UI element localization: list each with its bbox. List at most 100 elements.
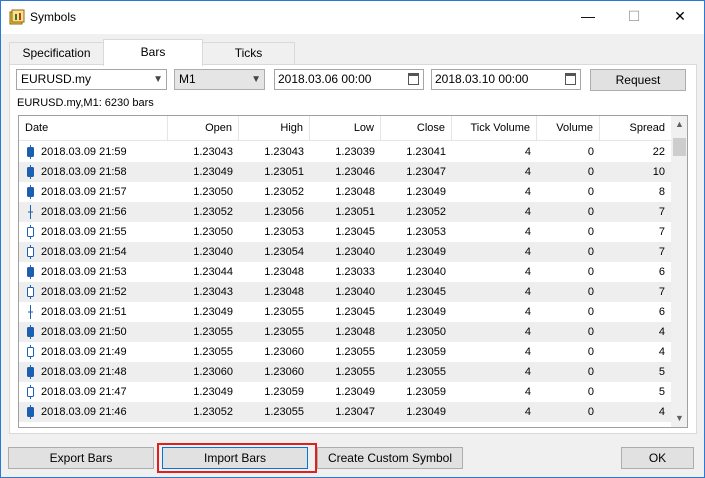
- column-header-volume[interactable]: Volume: [537, 116, 600, 141]
- tab-specification[interactable]: Specification: [9, 42, 104, 64]
- cell-date: 2018.03.09 21:57: [41, 186, 127, 198]
- table-row[interactable]: 2018.03.09 21:49 1.23055 1.23060 1.23055 1.2…: [19, 342, 671, 362]
- calendar-icon[interactable]: [565, 73, 576, 85]
- filled-candle-icon: [27, 145, 34, 159]
- cell-open: 1.23052: [193, 406, 233, 418]
- cell-date: 2018.03.09 21:56: [41, 206, 127, 218]
- table-row[interactable]: 2018.03.09 21:52 1.23043 1.23048 1.23040 1.2…: [19, 282, 671, 302]
- cell-open: 1.23049: [193, 386, 233, 398]
- cell-tickvol: 4: [524, 366, 531, 378]
- cell-spread: 7: [658, 286, 665, 298]
- cell-high: 1.23060: [264, 366, 304, 378]
- cell-open: 1.23049: [193, 166, 233, 178]
- column-header-tick-volume[interactable]: Tick Volume: [452, 116, 537, 141]
- cell-tickvol: 4: [524, 406, 531, 418]
- doji-candle-icon: [28, 305, 33, 319]
- cell-low: 1.23040: [335, 286, 375, 298]
- cell-high: 1.23051: [264, 166, 304, 178]
- calendar-icon[interactable]: [408, 73, 419, 85]
- cell-open: 1.23060: [193, 366, 233, 378]
- cell-date: 2018.03.09 21:58: [41, 166, 127, 178]
- cell-high: 1.23052: [264, 186, 304, 198]
- cell-vol: 0: [587, 186, 594, 198]
- column-header-close[interactable]: Close: [381, 116, 452, 141]
- cell-open: 1.23052: [193, 206, 233, 218]
- symbol-select[interactable]: EURUSD.my ▼: [16, 69, 167, 90]
- cell-close: 1.23049: [406, 186, 446, 198]
- column-header-low[interactable]: Low: [310, 116, 381, 141]
- timeframe-select-value: M1: [179, 72, 196, 86]
- request-button[interactable]: Request: [590, 69, 686, 91]
- table-row[interactable]: 2018.03.09 21:55 1.23050 1.23053 1.23045 1.2…: [19, 222, 671, 242]
- hollow-candle-icon: [27, 245, 34, 259]
- cell-tickvol: 4: [524, 226, 531, 238]
- cell-close: 1.23052: [406, 206, 446, 218]
- table-row[interactable]: 2018.03.09 21:47 1.23049 1.23059 1.23049 1.2…: [19, 382, 671, 402]
- table-row[interactable]: 2018.03.09 21:57 1.23050 1.23052 1.23048 1.2…: [19, 182, 671, 202]
- table-row[interactable]: 2018.03.09 21:58 1.23049 1.23051 1.23046 1.2…: [19, 162, 671, 182]
- ok-button[interactable]: OK: [621, 447, 694, 469]
- minimize-button[interactable]: —: [565, 0, 611, 32]
- vertical-scrollbar[interactable]: ▲ ▼: [671, 116, 687, 427]
- scroll-up-icon[interactable]: ▲: [671, 116, 687, 133]
- bars-table[interactable]: Date Open High Low Close Tick Volume Vol…: [18, 115, 688, 428]
- cell-tickvol: 4: [524, 186, 531, 198]
- cell-close: 1.23049: [406, 406, 446, 418]
- close-button[interactable]: ✕: [657, 0, 703, 32]
- cell-date: 2018.03.09 21:49: [41, 346, 127, 358]
- cell-open: 1.23050: [193, 186, 233, 198]
- create-custom-symbol-button[interactable]: Create Custom Symbol: [317, 447, 463, 469]
- table-row[interactable]: 2018.03.09 21:59 1.23043 1.23043 1.23039 1.2…: [19, 142, 671, 162]
- table-row[interactable]: 2018.03.09 21:50 1.23055 1.23055 1.23048 1.2…: [19, 322, 671, 342]
- hollow-candle-icon: [27, 345, 34, 359]
- cell-vol: 0: [587, 366, 594, 378]
- table-row[interactable]: 2018.03.09 21:51 1.23049 1.23055 1.23045 1.2…: [19, 302, 671, 322]
- from-date-value: 2018.03.06 00:00: [278, 72, 372, 86]
- column-header-date[interactable]: Date: [19, 116, 168, 141]
- cell-low: 1.23055: [335, 366, 375, 378]
- cell-spread: 4: [658, 406, 665, 418]
- timeframe-select[interactable]: M1 ▼: [174, 69, 265, 90]
- table-row[interactable]: 2018.03.09 21:54 1.23040 1.23054 1.23040 1.2…: [19, 242, 671, 262]
- to-date-value: 2018.03.10 00:00: [435, 72, 529, 86]
- table-row[interactable]: 2018.03.09 21:48 1.23060 1.23060 1.23055 1.2…: [19, 362, 671, 382]
- cell-vol: 0: [587, 306, 594, 318]
- export-bars-button[interactable]: Export Bars: [8, 447, 154, 469]
- table-header: Date Open High Low Close Tick Volume Vol…: [19, 116, 671, 141]
- filled-candle-icon: [27, 405, 34, 419]
- cell-high: 1.23056: [264, 206, 304, 218]
- to-date-field[interactable]: 2018.03.10 00:00: [431, 69, 581, 90]
- cell-close: 1.23059: [406, 346, 446, 358]
- table-row[interactable]: 2018.03.09 21:56 1.23052 1.23056 1.23051 1.2…: [19, 202, 671, 222]
- cell-vol: 0: [587, 206, 594, 218]
- cell-open: 1.23044: [193, 266, 233, 278]
- from-date-field[interactable]: 2018.03.06 00:00: [274, 69, 424, 90]
- column-header-spread[interactable]: Spread: [600, 116, 671, 141]
- tab-ticks[interactable]: Ticks: [202, 42, 295, 64]
- column-header-high[interactable]: High: [239, 116, 310, 141]
- cell-tickvol: 4: [524, 206, 531, 218]
- column-header-open[interactable]: Open: [168, 116, 239, 141]
- cell-spread: 4: [658, 346, 665, 358]
- scroll-down-icon[interactable]: ▼: [671, 410, 687, 427]
- title-bar: Symbols — ☐ ✕: [0, 0, 705, 34]
- cell-tickvol: 4: [524, 166, 531, 178]
- table-row[interactable]: 2018.03.09 21:46 1.23052 1.23055 1.23047 1.2…: [19, 402, 671, 422]
- chevron-down-icon: ▼: [251, 74, 261, 85]
- cell-low: 1.23045: [335, 226, 375, 238]
- maximize-button[interactable]: ☐: [611, 0, 657, 32]
- import-bars-button[interactable]: Import Bars: [162, 447, 308, 469]
- cell-open: 1.23050: [193, 226, 233, 238]
- filled-candle-icon: [27, 265, 34, 279]
- tab-bars[interactable]: Bars: [103, 39, 203, 66]
- cell-close: 1.23041: [406, 146, 446, 158]
- cell-high: 1.23055: [264, 326, 304, 338]
- table-row[interactable]: 2018.03.09 21:53 1.23044 1.23048 1.23033 1.2…: [19, 262, 671, 282]
- cell-high: 1.23055: [264, 306, 304, 318]
- chevron-down-icon: ▼: [153, 74, 163, 85]
- cell-spread: 7: [658, 206, 665, 218]
- scrollbar-thumb[interactable]: [673, 138, 686, 156]
- hollow-candle-icon: [27, 285, 34, 299]
- filled-candle-icon: [27, 365, 34, 379]
- cell-open: 1.23043: [193, 146, 233, 158]
